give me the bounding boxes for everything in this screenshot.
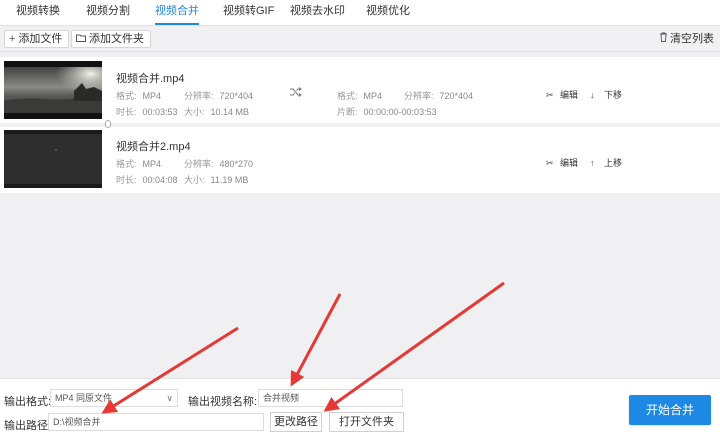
resolution-info: 分辨率: 720*404 xyxy=(184,91,254,101)
file-name: 视频合并2.mp4 xyxy=(116,141,191,153)
add-file-button[interactable]: + 添加文件 xyxy=(4,30,70,48)
arrow-down-icon: ↓ xyxy=(590,90,595,100)
plus-icon: + xyxy=(9,33,16,45)
open-folder-button[interactable]: 打开文件夹 xyxy=(329,412,404,432)
trash-icon xyxy=(659,31,668,47)
video-thumbnail xyxy=(4,130,102,188)
add-file-label: 添加文件 xyxy=(18,33,63,45)
clip-info: 片断: 00:00:00-00:03:53 xyxy=(337,107,437,117)
clear-list-button[interactable]: 清空列表 xyxy=(659,31,714,47)
video-thumbnail xyxy=(4,61,102,119)
edit-button[interactable]: ✂ 编辑 xyxy=(546,88,578,101)
add-folder-label: 添加文件夹 xyxy=(89,33,144,45)
start-merge-button[interactable]: 开始合并 xyxy=(629,395,711,425)
shuffle-icon xyxy=(290,86,302,100)
duration-info: 时长: 00:03:53 xyxy=(116,107,178,117)
list-item[interactable]: 视频合并.mp4 格式: MP4 分辨率: 720*404 时长: 00:03:53 … xyxy=(0,57,720,123)
output-name-label: 输出视频名称: xyxy=(188,396,258,408)
tab-video-split[interactable]: 视频分割 xyxy=(86,0,130,26)
add-folder-button[interactable]: 添加文件夹 xyxy=(71,30,151,48)
list-item[interactable]: 视频合并2.mp4 格式: MP4 分辨率: 480*270 时长: 00:04:08… xyxy=(0,127,720,193)
tab-video-convert[interactable]: 视频转换 xyxy=(16,0,60,26)
toolbar: + 添加文件 添加文件夹 清空列表 xyxy=(0,26,720,52)
resolution-info: 分辨率: 480*270 xyxy=(184,159,254,169)
output-format-select[interactable]: MP4 同原文件 ∨ xyxy=(50,389,178,407)
move-up-button[interactable]: ↑ 上移 xyxy=(590,156,622,169)
clear-list-label: 清空列表 xyxy=(670,33,714,45)
tab-video-remove-watermark[interactable]: 视频去水印 xyxy=(290,0,345,26)
edit-button[interactable]: ✂ 编辑 xyxy=(546,156,578,169)
format-info: 格式: MP4 xyxy=(116,159,162,169)
output-name-input[interactable]: 合并视频 xyxy=(258,389,403,407)
output-resolution-info: 分辨率: 720*404 xyxy=(404,91,474,101)
top-tab-bar: 视频转换 视频分割 视频合并 视频转GIF 视频去水印 视频优化 xyxy=(0,0,720,26)
chevron-down-icon: ∨ xyxy=(166,393,173,403)
folder-icon xyxy=(76,31,86,47)
output-format-label: 输出格式: xyxy=(4,396,52,408)
size-info: 大小: 10.14 MB xyxy=(184,107,250,117)
arrow-up-icon: ↑ xyxy=(590,158,595,168)
scissors-icon: ✂ xyxy=(546,90,554,100)
output-format-value: MP4 同原文件 xyxy=(55,393,113,403)
file-name: 视频合并.mp4 xyxy=(116,73,185,85)
tab-video-optimize[interactable]: 视频优化 xyxy=(366,0,410,26)
link-icon xyxy=(105,120,111,128)
file-list: 视频合并.mp4 格式: MP4 分辨率: 720*404 时长: 00:03:53 … xyxy=(0,52,720,378)
scissors-icon: ✂ xyxy=(546,158,554,168)
size-info: 大小: 11.19 MB xyxy=(184,175,249,185)
change-path-button[interactable]: 更改路径 xyxy=(270,412,322,432)
output-path-input[interactable]: D:\视频合并 xyxy=(48,413,264,431)
tab-video-to-gif[interactable]: 视频转GIF xyxy=(223,0,274,26)
format-info: 格式: MP4 xyxy=(116,91,162,101)
output-settings: 输出格式: MP4 同原文件 ∨ 输出视频名称: 合并视频 输出路径: D:\视… xyxy=(0,378,720,434)
output-path-label: 输出路径: xyxy=(4,420,52,432)
duration-info: 时长: 00:04:08 xyxy=(116,175,178,185)
move-down-button[interactable]: ↓ 下移 xyxy=(590,88,622,101)
output-format-info: 格式: MP4 xyxy=(337,91,383,101)
tab-video-merge[interactable]: 视频合并 xyxy=(155,0,199,26)
